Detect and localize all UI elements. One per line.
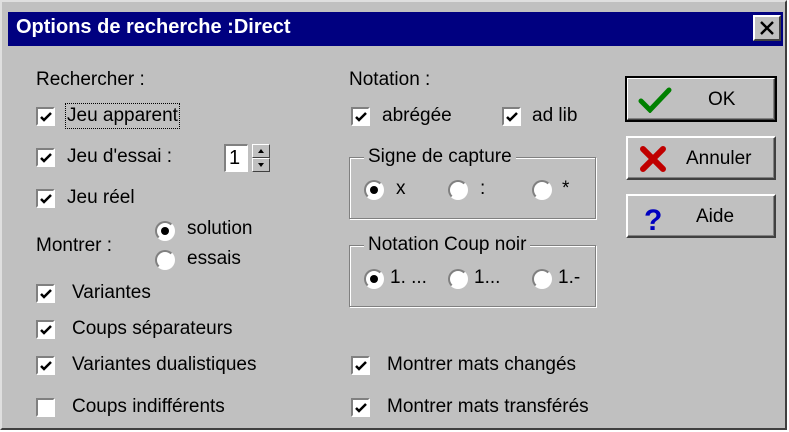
spin-up-button[interactable] xyxy=(252,144,270,158)
montrer-essais-radio[interactable] xyxy=(155,250,175,270)
capture-x-label[interactable]: x xyxy=(396,178,406,200)
montrer-mats-transferes-label[interactable]: Montrer mats transférés xyxy=(387,396,589,418)
radio-dot xyxy=(370,275,378,283)
arrow-up-icon xyxy=(258,149,264,153)
montrer-solution-radio[interactable] xyxy=(155,221,175,241)
signe-capture-group: Signe de capture xyxy=(349,146,596,219)
checkmark-icon xyxy=(40,112,52,122)
capture-x-radio[interactable] xyxy=(364,180,384,200)
jeu-reel-label[interactable]: Jeu réel xyxy=(67,187,135,209)
spin-down-button[interactable] xyxy=(252,158,270,172)
checkmark-icon xyxy=(40,153,52,163)
coups-separateurs-checkbox[interactable] xyxy=(36,320,55,339)
svg-text:?: ? xyxy=(644,204,662,234)
signe-capture-title: Signe de capture xyxy=(364,146,516,168)
coup-noir-option-1-radio[interactable] xyxy=(364,269,384,289)
coups-separateurs-label[interactable]: Coups séparateurs xyxy=(72,318,233,340)
montrer-label: Montrer : xyxy=(36,235,113,256)
variantes-dualistiques-checkbox[interactable] xyxy=(36,356,55,375)
coup-noir-option-1-label[interactable]: 1. ... xyxy=(390,267,427,289)
help-label: Aide xyxy=(696,206,735,227)
coups-indifferents-checkbox[interactable] xyxy=(36,398,55,417)
help-icon: ? xyxy=(644,204,662,234)
montrer-mats-transferes-checkbox[interactable] xyxy=(351,398,370,417)
ad-lib-checkbox[interactable] xyxy=(502,107,521,126)
montrer-mats-changes-label[interactable]: Montrer mats changés xyxy=(387,354,576,376)
capture-colon-radio[interactable] xyxy=(448,180,468,200)
notation-label: Notation : xyxy=(349,69,431,90)
window-title: Options de recherche :Direct xyxy=(16,16,291,38)
jeu-essai-checkbox[interactable] xyxy=(36,148,55,167)
coup-noir-option-3-radio[interactable] xyxy=(532,269,552,289)
title-bar[interactable]: Options de recherche :Direct xyxy=(8,12,783,46)
coups-indifferents-label[interactable]: Coups indifférents xyxy=(72,396,225,418)
notation-coup-noir-title: Notation Coup noir xyxy=(364,234,531,256)
checkmark-icon xyxy=(638,87,672,113)
ad-lib-label[interactable]: ad lib xyxy=(532,105,577,127)
checkmark-icon xyxy=(355,112,367,122)
capture-star-label[interactable]: * xyxy=(562,178,569,200)
radio-dot xyxy=(161,227,169,235)
variantes-label[interactable]: Variantes xyxy=(72,282,151,304)
help-button[interactable]: ? Aide xyxy=(626,194,776,238)
cancel-label: Annuler xyxy=(686,148,752,169)
variantes-checkbox[interactable] xyxy=(36,284,55,303)
cancel-button[interactable]: Annuler xyxy=(626,136,776,180)
coup-noir-option-2-label[interactable]: 1... xyxy=(474,267,500,289)
cross-icon xyxy=(640,146,666,172)
capture-star-radio[interactable] xyxy=(532,180,552,200)
ok-button[interactable]: OK xyxy=(625,76,777,122)
checkmark-icon xyxy=(506,112,518,122)
checkmark-icon xyxy=(40,289,52,299)
close-button[interactable] xyxy=(753,15,781,41)
jeu-apparent-checkbox[interactable] xyxy=(36,107,55,126)
checkmark-icon xyxy=(40,325,52,335)
abregee-label[interactable]: abrégée xyxy=(382,105,452,127)
search-options-dialog: Options de recherche :Direct Rechercher … xyxy=(0,0,787,430)
rechercher-label: Rechercher : xyxy=(36,69,145,90)
montrer-mats-changes-checkbox[interactable] xyxy=(351,356,370,375)
abregee-checkbox[interactable] xyxy=(351,107,370,126)
jeu-essai-label[interactable]: Jeu d'essai : xyxy=(67,146,172,168)
checkmark-icon xyxy=(355,403,367,413)
ok-label: OK xyxy=(708,89,736,110)
jeu-reel-checkbox[interactable] xyxy=(36,189,55,208)
close-icon xyxy=(760,21,774,35)
checkmark-icon xyxy=(355,361,367,371)
coup-noir-option-2-radio[interactable] xyxy=(448,269,468,289)
variantes-dualistiques-label[interactable]: Variantes dualistiques xyxy=(72,354,256,376)
jeu-essai-spinner[interactable] xyxy=(252,144,270,172)
arrow-down-icon xyxy=(258,163,264,167)
jeu-apparent-label[interactable]: Jeu apparent xyxy=(65,103,180,129)
checkmark-icon xyxy=(40,361,52,371)
checkmark-icon xyxy=(40,194,52,204)
montrer-essais-label[interactable]: essais xyxy=(187,248,241,270)
capture-colon-label[interactable]: : xyxy=(480,178,485,200)
radio-dot xyxy=(370,186,378,194)
coup-noir-option-3-label[interactable]: 1.- xyxy=(558,267,580,289)
montrer-solution-label[interactable]: solution xyxy=(187,218,253,240)
jeu-essai-spin-input[interactable]: 1 xyxy=(224,144,248,172)
